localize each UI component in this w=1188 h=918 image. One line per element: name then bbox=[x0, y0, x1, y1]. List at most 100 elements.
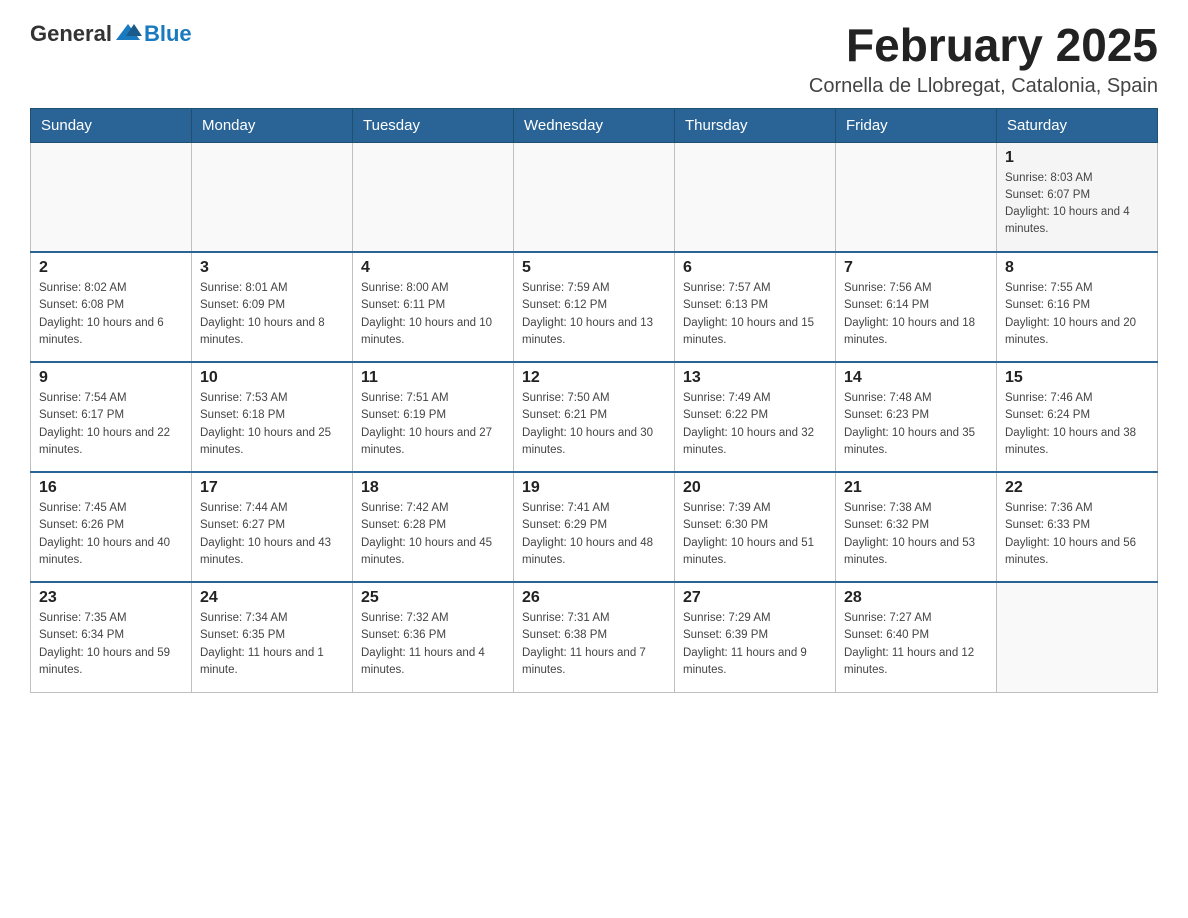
day-info: Sunrise: 7:54 AM Sunset: 6:17 PM Dayligh… bbox=[39, 390, 183, 459]
day-info: Sunrise: 7:32 AM Sunset: 6:36 PM Dayligh… bbox=[361, 610, 505, 679]
day-number: 15 bbox=[1005, 369, 1149, 387]
calendar-day-cell: 11 Sunrise: 7:51 AM Sunset: 6:19 PM Dayli… bbox=[353, 362, 514, 472]
calendar-day-cell: 12Sunrise: 7:50 AM Sunset: 6:21 PM Dayli… bbox=[514, 362, 675, 472]
day-number: 8 bbox=[1005, 259, 1149, 277]
calendar-week-row: 16Sunrise: 7:45 AM Sunset: 6:26 PM Dayli… bbox=[31, 472, 1158, 582]
calendar-day-cell: 10 Sunrise: 7:53 AM Sunset: 6:18 PM Dayli… bbox=[192, 362, 353, 472]
day-number: 6 bbox=[683, 259, 827, 277]
logo-icon bbox=[114, 20, 142, 48]
calendar-day-cell: 1 Sunrise: 8:03 AM Sunset: 6:07 PM Daylig… bbox=[997, 142, 1158, 252]
calendar-day-cell bbox=[514, 142, 675, 252]
calendar-day-cell: 19Sunrise: 7:41 AM Sunset: 6:29 PM Dayli… bbox=[514, 472, 675, 582]
calendar-day-cell: 21Sunrise: 7:38 AM Sunset: 6:32 PM Dayli… bbox=[836, 472, 997, 582]
calendar-day-cell: 15 Sunrise: 7:46 AM Sunset: 6:24 PM Dayli… bbox=[997, 362, 1158, 472]
calendar-day-cell bbox=[675, 142, 836, 252]
calendar-day-cell: 28 Sunrise: 7:27 AM Sunset: 6:40 PM Dayli… bbox=[836, 582, 997, 692]
day-number: 25 bbox=[361, 589, 505, 607]
day-number: 18 bbox=[361, 479, 505, 497]
day-number: 23 bbox=[39, 589, 183, 607]
day-info: Sunrise: 7:51 AM Sunset: 6:19 PM Dayligh… bbox=[361, 390, 505, 459]
day-info: Sunrise: 7:27 AM Sunset: 6:40 PM Dayligh… bbox=[844, 610, 988, 679]
day-of-week-header: Wednesday bbox=[514, 108, 675, 142]
logo-text-general: General bbox=[30, 21, 112, 47]
calendar-day-cell: 23 Sunrise: 7:35 AM Sunset: 6:34 PM Dayli… bbox=[31, 582, 192, 692]
calendar-day-cell: 4 Sunrise: 8:00 AM Sunset: 6:11 PM Daylig… bbox=[353, 252, 514, 362]
day-info: Sunrise: 7:45 AM Sunset: 6:26 PM Dayligh… bbox=[39, 500, 183, 569]
calendar-day-cell: 3 Sunrise: 8:01 AM Sunset: 6:09 PM Daylig… bbox=[192, 252, 353, 362]
day-info: Sunrise: 7:36 AM Sunset: 6:33 PM Dayligh… bbox=[1005, 500, 1149, 569]
day-number: 22 bbox=[1005, 479, 1149, 497]
day-info: Sunrise: 7:53 AM Sunset: 6:18 PM Dayligh… bbox=[200, 390, 344, 459]
logo: General Blue bbox=[30, 20, 192, 48]
title-block: February 2025 Cornella de Llobregat, Cat… bbox=[809, 20, 1158, 98]
day-of-week-header: Sunday bbox=[31, 108, 192, 142]
day-number: 10 bbox=[200, 369, 344, 387]
day-number: 14 bbox=[844, 369, 988, 387]
day-number: 1 bbox=[1005, 149, 1149, 167]
calendar-day-cell: 8 Sunrise: 7:55 AM Sunset: 6:16 PM Daylig… bbox=[997, 252, 1158, 362]
calendar-day-cell: 2Sunrise: 8:02 AM Sunset: 6:08 PM Daylig… bbox=[31, 252, 192, 362]
day-info: Sunrise: 7:39 AM Sunset: 6:30 PM Dayligh… bbox=[683, 500, 827, 569]
calendar-day-cell: 16Sunrise: 7:45 AM Sunset: 6:26 PM Dayli… bbox=[31, 472, 192, 582]
day-of-week-header: Saturday bbox=[997, 108, 1158, 142]
day-info: Sunrise: 8:01 AM Sunset: 6:09 PM Dayligh… bbox=[200, 280, 344, 349]
day-of-week-header: Tuesday bbox=[353, 108, 514, 142]
calendar-title: February 2025 bbox=[809, 20, 1158, 71]
calendar-day-cell: 25 Sunrise: 7:32 AM Sunset: 6:36 PM Dayli… bbox=[353, 582, 514, 692]
day-info: Sunrise: 7:42 AM Sunset: 6:28 PM Dayligh… bbox=[361, 500, 505, 569]
calendar-day-cell: 17 Sunrise: 7:44 AM Sunset: 6:27 PM Dayli… bbox=[192, 472, 353, 582]
day-info: Sunrise: 8:00 AM Sunset: 6:11 PM Dayligh… bbox=[361, 280, 505, 349]
day-info: Sunrise: 7:49 AM Sunset: 6:22 PM Dayligh… bbox=[683, 390, 827, 459]
day-number: 4 bbox=[361, 259, 505, 277]
calendar-day-cell: 22 Sunrise: 7:36 AM Sunset: 6:33 PM Dayli… bbox=[997, 472, 1158, 582]
day-info: Sunrise: 7:34 AM Sunset: 6:35 PM Dayligh… bbox=[200, 610, 344, 679]
day-info: Sunrise: 8:03 AM Sunset: 6:07 PM Dayligh… bbox=[1005, 170, 1149, 239]
day-number: 20 bbox=[683, 479, 827, 497]
calendar-day-cell bbox=[353, 142, 514, 252]
day-number: 13 bbox=[683, 369, 827, 387]
calendar-day-cell bbox=[31, 142, 192, 252]
day-of-week-header: Friday bbox=[836, 108, 997, 142]
day-number: 28 bbox=[844, 589, 988, 607]
day-info: Sunrise: 7:56 AM Sunset: 6:14 PM Dayligh… bbox=[844, 280, 988, 349]
calendar-day-cell: 6 Sunrise: 7:57 AM Sunset: 6:13 PM Daylig… bbox=[675, 252, 836, 362]
day-number: 21 bbox=[844, 479, 988, 497]
day-info: Sunrise: 7:44 AM Sunset: 6:27 PM Dayligh… bbox=[200, 500, 344, 569]
calendar-week-row: 1 Sunrise: 8:03 AM Sunset: 6:07 PM Daylig… bbox=[31, 142, 1158, 252]
day-number: 3 bbox=[200, 259, 344, 277]
calendar-day-cell bbox=[192, 142, 353, 252]
calendar-week-row: 23 Sunrise: 7:35 AM Sunset: 6:34 PM Dayli… bbox=[31, 582, 1158, 692]
day-info: Sunrise: 7:57 AM Sunset: 6:13 PM Dayligh… bbox=[683, 280, 827, 349]
day-number: 24 bbox=[200, 589, 344, 607]
day-info: Sunrise: 7:46 AM Sunset: 6:24 PM Dayligh… bbox=[1005, 390, 1149, 459]
day-info: Sunrise: 7:48 AM Sunset: 6:23 PM Dayligh… bbox=[844, 390, 988, 459]
day-of-week-header: Monday bbox=[192, 108, 353, 142]
calendar-week-row: 2Sunrise: 8:02 AM Sunset: 6:08 PM Daylig… bbox=[31, 252, 1158, 362]
calendar-day-cell: 20 Sunrise: 7:39 AM Sunset: 6:30 PM Dayli… bbox=[675, 472, 836, 582]
calendar-day-cell: 7 Sunrise: 7:56 AM Sunset: 6:14 PM Daylig… bbox=[836, 252, 997, 362]
day-number: 11 bbox=[361, 369, 505, 387]
calendar-day-cell: 9 Sunrise: 7:54 AM Sunset: 6:17 PM Daylig… bbox=[31, 362, 192, 472]
day-number: 2 bbox=[39, 259, 183, 277]
day-number: 19 bbox=[522, 479, 666, 497]
calendar-day-cell: 26Sunrise: 7:31 AM Sunset: 6:38 PM Dayli… bbox=[514, 582, 675, 692]
day-number: 26 bbox=[522, 589, 666, 607]
calendar-day-cell: 5Sunrise: 7:59 AM Sunset: 6:12 PM Daylig… bbox=[514, 252, 675, 362]
calendar-day-cell: 13 Sunrise: 7:49 AM Sunset: 6:22 PM Dayli… bbox=[675, 362, 836, 472]
calendar-day-cell: 27Sunrise: 7:29 AM Sunset: 6:39 PM Dayli… bbox=[675, 582, 836, 692]
day-number: 17 bbox=[200, 479, 344, 497]
day-number: 12 bbox=[522, 369, 666, 387]
calendar-day-cell bbox=[997, 582, 1158, 692]
day-info: Sunrise: 7:55 AM Sunset: 6:16 PM Dayligh… bbox=[1005, 280, 1149, 349]
calendar-week-row: 9 Sunrise: 7:54 AM Sunset: 6:17 PM Daylig… bbox=[31, 362, 1158, 472]
calendar-table: SundayMondayTuesdayWednesdayThursdayFrid… bbox=[30, 108, 1158, 693]
header-row: SundayMondayTuesdayWednesdayThursdayFrid… bbox=[31, 108, 1158, 142]
calendar-day-cell: 18 Sunrise: 7:42 AM Sunset: 6:28 PM Dayli… bbox=[353, 472, 514, 582]
day-info: Sunrise: 7:35 AM Sunset: 6:34 PM Dayligh… bbox=[39, 610, 183, 679]
day-of-week-header: Thursday bbox=[675, 108, 836, 142]
day-number: 7 bbox=[844, 259, 988, 277]
day-number: 27 bbox=[683, 589, 827, 607]
calendar-day-cell: 14 Sunrise: 7:48 AM Sunset: 6:23 PM Dayli… bbox=[836, 362, 997, 472]
calendar-subtitle: Cornella de Llobregat, Catalonia, Spain bbox=[809, 75, 1158, 98]
day-number: 9 bbox=[39, 369, 183, 387]
